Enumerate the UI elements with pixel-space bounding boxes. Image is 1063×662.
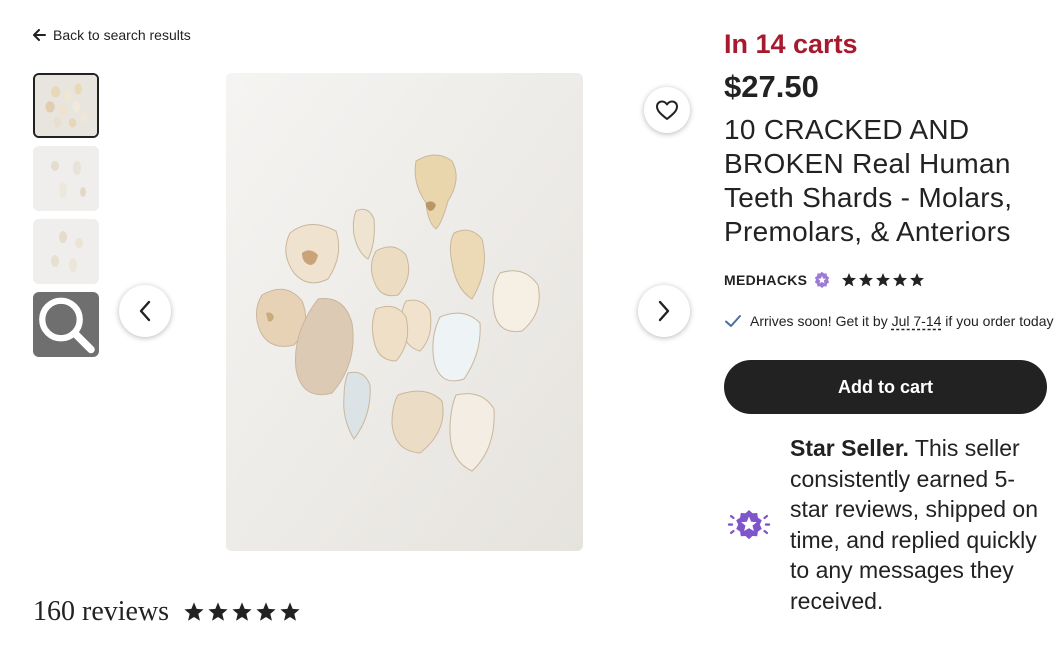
back-to-search-link[interactable]: Back to search results	[33, 25, 191, 45]
thumbnail-image-2	[33, 146, 99, 211]
shop-name-link[interactable]: MEDHACKS	[724, 272, 807, 288]
star-seller-text: Star Seller. This seller consistently ea…	[790, 433, 1050, 616]
star-seller-heading: Star Seller.	[790, 435, 909, 461]
star-icon	[876, 273, 891, 287]
delivery-date-link[interactable]: Jul 7-14	[892, 313, 942, 329]
check-icon	[725, 315, 741, 327]
previous-image-button[interactable]	[119, 285, 171, 337]
back-link-label: Back to search results	[53, 27, 191, 43]
chevron-left-icon	[139, 300, 151, 322]
star-icon	[232, 602, 252, 621]
listing-title: 10 CRACKED AND BROKEN Real Human Teeth S…	[724, 114, 1013, 247]
star-seller-badge-icon	[727, 509, 771, 539]
star-icon	[184, 602, 204, 621]
delivery-estimate: Arrives soon! Get it by Jul 7-14 if you …	[724, 311, 1054, 331]
star-icon	[859, 273, 874, 287]
reviews-summary: 160 reviews	[33, 596, 301, 628]
main-product-image[interactable]	[226, 73, 583, 551]
star-icon	[910, 273, 925, 287]
zoom-thumbnail-button[interactable]	[33, 292, 99, 357]
delivery-suffix: if you order today	[941, 313, 1054, 329]
star-icon	[842, 273, 857, 287]
price: $27.50	[724, 69, 819, 104]
star-seller-badge	[724, 433, 790, 616]
in-carts-notice: In 14 carts	[724, 29, 858, 59]
heart-outline-icon	[656, 100, 678, 120]
star-seller-panel: Star Seller. This seller consistently ea…	[724, 433, 1054, 616]
star-icon	[280, 602, 300, 621]
listing-info-panel: In 14 carts $27.50 10 CRACKED AND BROKEN…	[724, 26, 1054, 616]
thumbnail-image-1	[35, 75, 97, 136]
arrow-left-icon	[33, 29, 46, 41]
thumbnail-image-3	[33, 219, 99, 284]
next-image-button[interactable]	[638, 285, 690, 337]
star-icon	[208, 602, 228, 621]
magnifier-icon	[39, 297, 95, 354]
star-seller-badge-icon	[815, 271, 830, 289]
star-seller-body: This seller consistently earned 5-star r…	[790, 435, 1039, 614]
favorite-button[interactable]	[644, 87, 690, 133]
thumbnail-2[interactable]	[33, 146, 99, 211]
thumbnail-3[interactable]	[33, 219, 99, 284]
teeth-photo	[226, 73, 583, 551]
chevron-right-icon	[658, 300, 670, 322]
star-icon	[893, 273, 908, 287]
thumbnail-1[interactable]	[33, 73, 99, 138]
shop-row: MEDHACKS	[724, 269, 1054, 291]
thumbnail-strip	[33, 73, 99, 365]
shop-star-rating	[841, 272, 925, 288]
delivery-text: Arrives soon! Get it by Jul 7-14 if you …	[750, 311, 1053, 331]
star-icon	[256, 602, 276, 621]
reviews-star-rating	[183, 601, 301, 623]
delivery-prefix: Arrives soon! Get it by	[750, 313, 892, 329]
reviews-count: 160 reviews	[33, 596, 170, 627]
add-to-cart-button[interactable]: Add to cart	[724, 360, 1047, 414]
